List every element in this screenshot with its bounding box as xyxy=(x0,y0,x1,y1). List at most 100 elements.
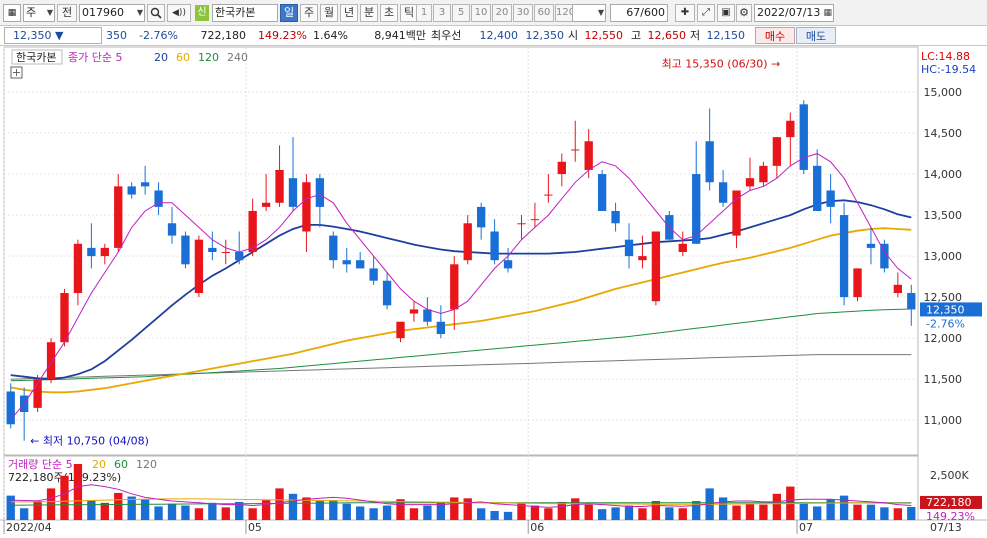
period-tab-2[interactable]: 월 xyxy=(320,4,338,22)
volume-bar xyxy=(624,505,634,520)
prev-button[interactable]: 전 xyxy=(57,4,77,22)
volume-bar xyxy=(33,501,42,520)
open-price: 12,550 xyxy=(584,29,624,42)
change-percent: -2.76% xyxy=(139,29,178,42)
menu-icon[interactable]: ▦ xyxy=(3,4,21,22)
candle-body xyxy=(772,137,782,166)
volume-bar xyxy=(638,508,647,520)
volume-bar xyxy=(584,504,593,520)
candle-body xyxy=(611,210,620,224)
candle-body xyxy=(302,182,311,232)
candle-body xyxy=(503,260,513,269)
current-price-box: 12,350 ▼ xyxy=(4,27,102,44)
buy-button[interactable]: 매수 xyxy=(755,27,795,44)
period-tab-0[interactable]: 일 xyxy=(280,4,298,22)
volume-bar xyxy=(356,506,365,520)
y-tick-label: 14,000 xyxy=(924,168,963,181)
interval-button-20[interactable]: 20 xyxy=(492,4,512,22)
y-tick-label: 13,500 xyxy=(924,209,963,222)
candle-body xyxy=(100,247,109,257)
volume-bar xyxy=(463,498,472,520)
candle-body xyxy=(745,178,755,187)
volume-bar xyxy=(73,464,83,520)
legend-ma-60: 60 xyxy=(176,51,190,64)
y-tick-label: 15,000 xyxy=(924,86,963,99)
candle-body xyxy=(181,235,190,265)
candle-body xyxy=(907,293,916,310)
volume-bar xyxy=(382,505,392,520)
interval-button-60[interactable]: 60 xyxy=(534,4,554,22)
period-tabs: 일주월년분초틱 xyxy=(280,0,420,26)
chart-type-icon[interactable]: ⤢ xyxy=(697,4,715,22)
stock-code-input[interactable]: 017960 ▼ xyxy=(79,4,145,22)
data-count-field[interactable]: 67/600 xyxy=(610,4,668,22)
volume-bar xyxy=(557,501,566,520)
period-tab-3[interactable]: 년 xyxy=(340,4,358,22)
stock-code-value: 017960 xyxy=(82,6,124,19)
volume-bar xyxy=(342,503,351,520)
candle-body xyxy=(436,321,446,335)
candle-body xyxy=(557,161,566,175)
last-pct-label: -2.76% xyxy=(926,317,965,330)
legend-ma-20: 20 xyxy=(154,51,168,64)
y-tick-label: 13,000 xyxy=(924,250,963,263)
volume-bar xyxy=(759,504,768,520)
stock-name-field[interactable]: 한국카본 xyxy=(212,4,278,22)
sell-button[interactable]: 매도 xyxy=(796,27,836,44)
candle-body xyxy=(194,239,204,294)
market-select-value: 주 xyxy=(26,6,37,19)
candle-body xyxy=(369,268,378,281)
candle-body xyxy=(140,182,150,187)
candle-body xyxy=(517,223,526,225)
open-label: 시 xyxy=(568,29,579,42)
market-select[interactable]: 주 ▼ xyxy=(23,4,55,22)
best-quote-label: 최우선 xyxy=(431,29,462,42)
custom-interval-select[interactable]: ▼ xyxy=(572,4,606,22)
high-price: 12,650 xyxy=(647,29,687,42)
candle-body xyxy=(261,202,271,207)
candle-body xyxy=(221,252,230,253)
volume-bar xyxy=(530,505,540,520)
volume-last-tag-text: 722,180 xyxy=(926,496,972,509)
search-icon-glyph xyxy=(150,7,162,19)
volume-bar xyxy=(140,499,150,520)
interval-button-1[interactable]: 1 xyxy=(416,4,432,22)
candle-body xyxy=(396,321,405,339)
volume-bar xyxy=(369,508,378,520)
volume-bar xyxy=(772,493,782,520)
interval-button-3[interactable]: 3 xyxy=(433,4,451,22)
volume-bar xyxy=(100,502,109,520)
save-icon[interactable]: ▣ xyxy=(717,4,735,22)
chevron-down-icon: ▼ xyxy=(597,8,604,17)
candle-body xyxy=(315,178,325,207)
volume-bar xyxy=(907,506,916,520)
candle-body xyxy=(530,219,540,221)
candle-body xyxy=(275,169,284,203)
settings-gear-icon[interactable]: ⚙ xyxy=(736,4,752,22)
stock-chart[interactable]: 11,000 11,500 12,000 12,500 13,000 13,500 14,0… xyxy=(0,46,987,538)
candle-body xyxy=(718,182,728,203)
candle-body xyxy=(584,141,593,170)
period-tab-4[interactable]: 분 xyxy=(360,4,378,22)
indicator-icon[interactable]: ✚ xyxy=(675,4,695,22)
volume-bar xyxy=(839,495,849,520)
sound-icon[interactable]: ◀)) xyxy=(167,4,191,22)
candle-body xyxy=(356,260,365,269)
candle-body xyxy=(423,309,432,322)
date-value: 2022/07/13 xyxy=(757,6,821,19)
trade-amount: 8,941백만 xyxy=(374,29,426,42)
period-tab-5[interactable]: 초 xyxy=(380,4,398,22)
interval-button-10[interactable]: 10 xyxy=(471,4,491,22)
volume-bar xyxy=(46,488,56,520)
search-icon[interactable] xyxy=(147,4,165,22)
interval-button-30[interactable]: 30 xyxy=(513,4,533,22)
volume-bar xyxy=(813,506,822,520)
calendar-icon[interactable]: ▦ xyxy=(823,5,832,21)
legend-ma-label: 종가 단순 5 xyxy=(68,51,122,64)
candle-body xyxy=(409,309,419,314)
interval-button-5[interactable]: 5 xyxy=(452,4,470,22)
period-tab-1[interactable]: 주 xyxy=(300,4,318,22)
volume-bar xyxy=(571,498,580,520)
date-field[interactable]: 2022/07/13 ▦ xyxy=(754,4,834,22)
volume-bar xyxy=(60,475,69,520)
